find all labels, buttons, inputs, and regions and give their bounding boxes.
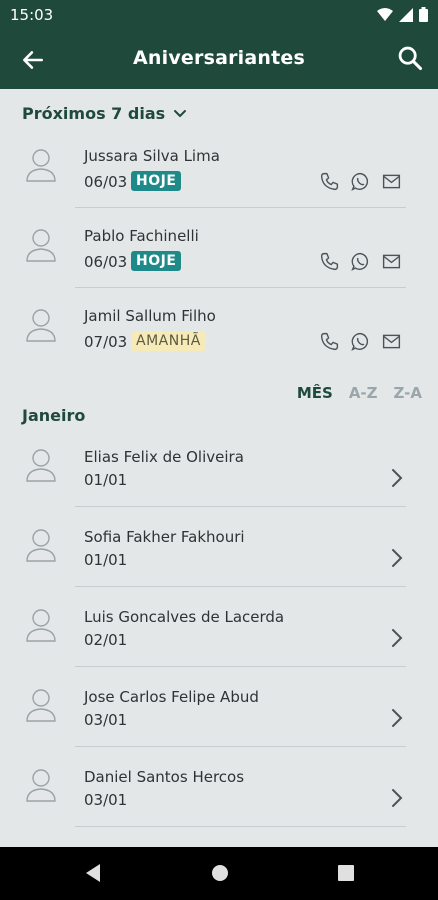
mail-icon[interactable] (381, 251, 402, 272)
battery-icon (419, 7, 428, 22)
person-date: 02/01 (84, 631, 128, 649)
person-name: Daniel Santos Hercos (84, 768, 245, 786)
birthday-row[interactable]: Daniel Santos Hercos 03/01 (0, 761, 438, 827)
avatar-icon (26, 449, 56, 482)
nav-home-icon[interactable] (210, 863, 230, 883)
status-bar: 15:03 (0, 0, 438, 30)
upcoming-item[interactable]: Jussara Silva Lima 06/03 HOJE (0, 140, 438, 208)
divider (75, 506, 406, 507)
person-name: Luis Goncalves de Lacerda (84, 608, 285, 626)
mail-icon[interactable] (381, 171, 402, 192)
tomorrow-badge: AMANHÃ (131, 331, 206, 351)
contact-actions (319, 251, 402, 272)
today-badge: HOJE (131, 251, 182, 271)
chevron-right-icon (392, 549, 403, 567)
avatar-icon (26, 769, 56, 802)
upcoming-item[interactable]: Jamil Sallum Filho 07/03 AMANHÃ (0, 300, 438, 368)
sort-options: MÊS A-Z Z-A (297, 384, 422, 402)
system-nav-bar (0, 847, 438, 900)
app-bar: Aniversariantes (0, 30, 438, 89)
upcoming-filter[interactable]: Próximos 7 dias (22, 104, 187, 123)
chevron-right-icon (392, 789, 403, 807)
nav-recents-icon[interactable] (337, 863, 355, 883)
upcoming-item[interactable]: Pablo Fachinelli 06/03 HOJE (0, 220, 438, 288)
avatar-icon (26, 609, 56, 642)
avatar-icon (26, 689, 56, 722)
person-date: 01/01 (84, 471, 128, 489)
avatar-icon (26, 149, 56, 182)
person-name: Sofia Fakher Fakhouri (84, 528, 245, 546)
whatsapp-icon[interactable] (350, 251, 371, 272)
person-name: Jamil Sallum Filho (84, 307, 216, 325)
sort-z-a[interactable]: Z-A (394, 384, 422, 402)
page-title: Aniversariantes (132, 47, 306, 69)
birthday-row[interactable]: Luis Goncalves de Lacerda 02/01 (0, 601, 438, 667)
avatar-icon (26, 229, 56, 262)
person-date: 01/01 (84, 551, 128, 569)
system-icons (377, 7, 428, 22)
contact-actions (319, 171, 402, 192)
search-icon[interactable] (396, 44, 424, 72)
whatsapp-icon[interactable] (350, 171, 371, 192)
chevron-right-icon (392, 469, 403, 487)
person-date: 06/03 (84, 173, 128, 191)
chevron-right-icon (392, 709, 403, 727)
phone-icon[interactable] (319, 171, 340, 192)
person-name: Jussara Silva Lima (84, 147, 220, 165)
person-date: 03/01 (84, 711, 128, 729)
nav-back-icon[interactable] (84, 863, 102, 883)
wifi-icon (377, 7, 393, 21)
avatar-icon (26, 529, 56, 562)
chevron-down-icon (174, 109, 187, 117)
sort-a-z[interactable]: A-Z (349, 384, 378, 402)
person-name: Elias Felix de Oliveira (84, 448, 244, 466)
chevron-right-icon (392, 629, 403, 647)
sort-month[interactable]: MÊS (297, 384, 333, 402)
divider (75, 826, 406, 827)
divider (75, 746, 406, 747)
birthday-row[interactable]: Jose Carlos Felipe Abud 03/01 (0, 681, 438, 747)
divider (75, 666, 406, 667)
divider (75, 586, 406, 587)
upcoming-header: Próximos 7 dias (22, 104, 166, 123)
divider (75, 287, 406, 288)
today-badge: HOJE (131, 171, 182, 191)
month-header: Janeiro (22, 406, 86, 425)
person-date: 06/03 (84, 253, 128, 271)
mail-icon[interactable] (381, 331, 402, 352)
whatsapp-icon[interactable] (350, 331, 371, 352)
person-name: Jose Carlos Felipe Abud (84, 688, 259, 706)
birthday-row[interactable]: Elias Felix de Oliveira 01/01 (0, 441, 438, 507)
person-date: 07/03 (84, 333, 128, 351)
birthday-row[interactable]: Sofia Fakher Fakhouri 01/01 (0, 521, 438, 587)
contact-actions (319, 331, 402, 352)
phone-icon[interactable] (319, 251, 340, 272)
person-date: 03/01 (84, 791, 128, 809)
person-name: Pablo Fachinelli (84, 227, 199, 245)
status-time: 15:03 (10, 6, 54, 24)
avatar-icon (26, 309, 56, 342)
signal-icon (399, 7, 413, 22)
divider (75, 207, 406, 208)
phone-icon[interactable] (319, 331, 340, 352)
